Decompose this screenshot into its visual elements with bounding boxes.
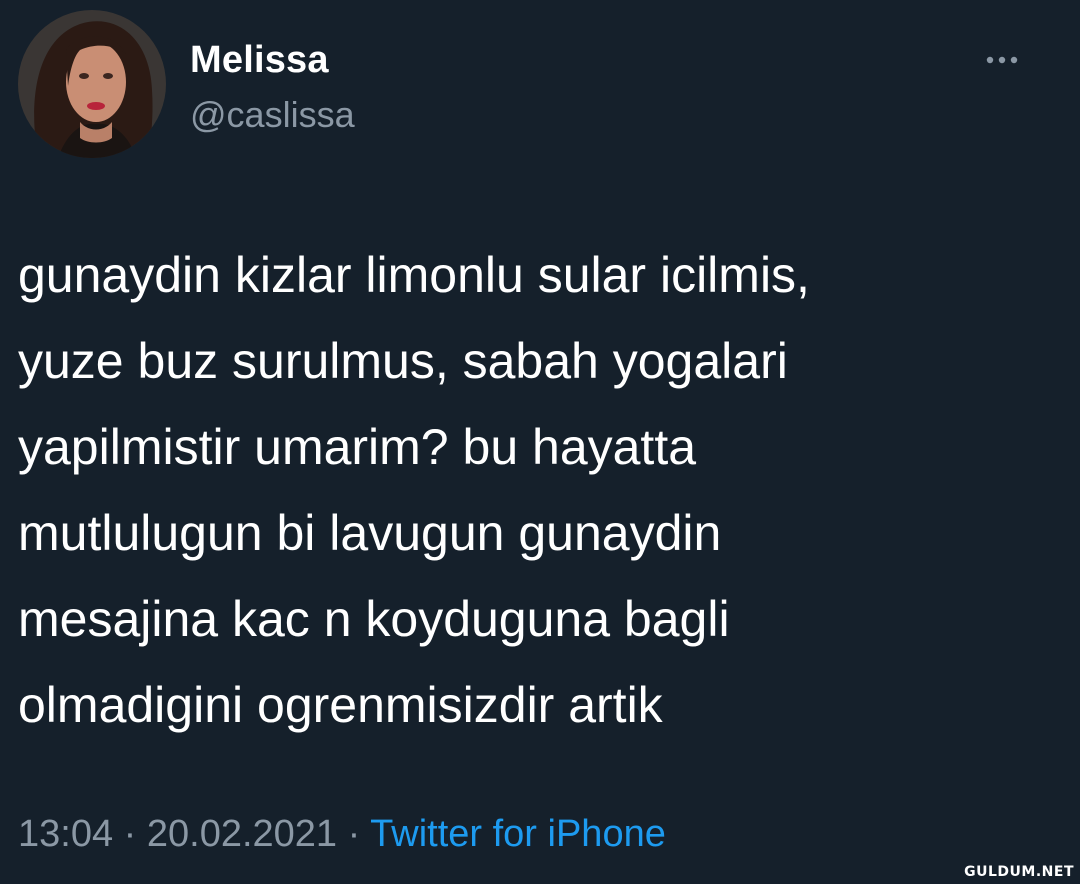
more-options-button[interactable] — [972, 44, 1032, 76]
tweet-metadata: 13:04 · 20.02.2021 · Twitter for iPhone — [18, 808, 666, 860]
avatar[interactable] — [18, 10, 166, 158]
more-horizontal-icon — [986, 56, 1018, 64]
display-name[interactable]: Melissa — [190, 38, 329, 82]
tweet-time[interactable]: 13:04 — [18, 813, 113, 855]
watermark: GULDUM.NET — [964, 864, 1074, 880]
tweet-text-line: olmadigini ogrenmisizdir artik — [18, 677, 663, 733]
metadata-separator: · — [123, 813, 137, 855]
tweet-date[interactable]: 20.02.2021 — [147, 813, 337, 855]
tweet-source-link[interactable]: Twitter for iPhone — [370, 813, 666, 855]
tweet-card: Melissa @caslissa gunaydin kizlar limonl… — [0, 0, 1080, 884]
tweet-text-line: gunaydin kizlar limonlu sular icilmis, — [18, 247, 810, 303]
tweet-text-line: yuze buz surulmus, sabah yogalari — [18, 333, 788, 389]
tweet-text-line: mutlulugun bi lavugun gunaydin — [18, 505, 722, 561]
metadata-separator: · — [347, 813, 361, 855]
user-handle[interactable]: @caslissa — [190, 94, 355, 136]
tweet-text: gunaydin kizlar limonlu sular icilmis, y… — [18, 232, 1058, 748]
avatar-photo — [18, 10, 166, 158]
tweet-text-line: mesajina kac n koyduguna bagli — [18, 591, 730, 647]
tweet-text-line: yapilmistir umarim? bu hayatta — [18, 419, 697, 475]
